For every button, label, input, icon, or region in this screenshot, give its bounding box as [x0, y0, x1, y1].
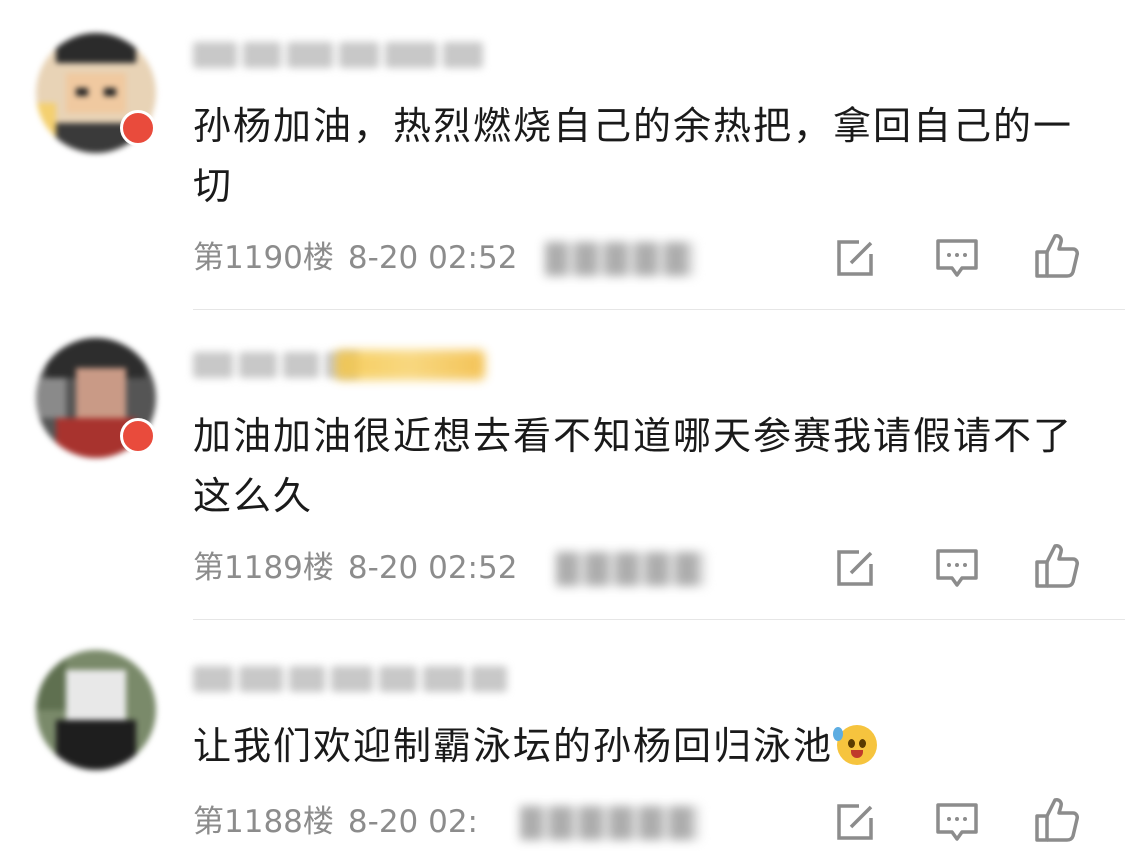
- location-redacted: [556, 552, 706, 586]
- reply-button[interactable]: [933, 234, 981, 282]
- thumbs-up-icon: [1035, 544, 1079, 588]
- like-button[interactable]: [1033, 542, 1081, 590]
- comment-meta: 第1190楼 8-20 02:52: [193, 236, 531, 280]
- comment-item: 加油加油很近想去看不知道哪天参赛我请假请不了这么久 第1189楼 8-20 02:…: [0, 310, 1125, 620]
- reply-button[interactable]: [933, 544, 981, 592]
- edit-square-icon: [837, 550, 873, 586]
- comment-bubble-icon: [936, 803, 978, 841]
- comment-meta: 第1189楼 8-20 02:52: [193, 546, 531, 590]
- comment-item: 孙杨加油，热烈燃烧自己的余热把，拿回自己的一切 第1190楼 8-20 02:52: [0, 0, 1125, 310]
- floor-number: 第1189楼: [193, 550, 334, 586]
- like-button[interactable]: [1033, 232, 1081, 280]
- comment-bubble-icon: [936, 549, 978, 587]
- username-redacted[interactable]: [193, 38, 483, 72]
- reply-button[interactable]: [933, 798, 981, 846]
- comment-item: 让我们欢迎制霸泳坛的孙杨回归泳池 第1188楼 8-20 02:: [0, 620, 1125, 857]
- comment-text: 孙杨加油，热烈燃烧自己的余热把，拿回自己的一切: [193, 104, 1074, 208]
- edit-button[interactable]: [831, 234, 879, 282]
- member-badge-redacted: [335, 350, 485, 380]
- edit-square-icon: [837, 804, 873, 840]
- crying-face-emoji-icon: [833, 725, 878, 765]
- edit-button[interactable]: [831, 798, 879, 846]
- edit-square-icon: [837, 240, 873, 276]
- thumbs-up-icon: [1035, 234, 1079, 278]
- edit-button[interactable]: [831, 544, 879, 592]
- location-redacted: [545, 242, 695, 276]
- comment-bubble-icon: [936, 239, 978, 277]
- comment-text-content: 让我们欢迎制霸泳坛的孙杨回归泳池: [193, 724, 834, 768]
- timestamp: 8-20 02:52: [347, 240, 518, 276]
- avatar[interactable]: [36, 650, 156, 770]
- timestamp: 8-20 02:: [347, 804, 479, 840]
- username-redacted[interactable]: [193, 662, 507, 696]
- comment-text: 让我们欢迎制霸泳坛的孙杨回归泳池: [193, 716, 1073, 776]
- floor-number: 第1188楼: [193, 804, 334, 840]
- floor-number: 第1190楼: [193, 240, 334, 276]
- verified-badge-icon: [120, 418, 156, 454]
- comment-meta: 第1188楼 8-20 02:: [193, 800, 492, 844]
- timestamp: 8-20 02:52: [347, 550, 518, 586]
- verified-badge-icon: [120, 110, 156, 146]
- thumbs-up-icon: [1035, 798, 1079, 842]
- comment-text: 加油加油很近想去看不知道哪天参赛我请假请不了这么久: [193, 414, 1074, 518]
- location-redacted: [520, 806, 700, 840]
- like-button[interactable]: [1033, 796, 1081, 844]
